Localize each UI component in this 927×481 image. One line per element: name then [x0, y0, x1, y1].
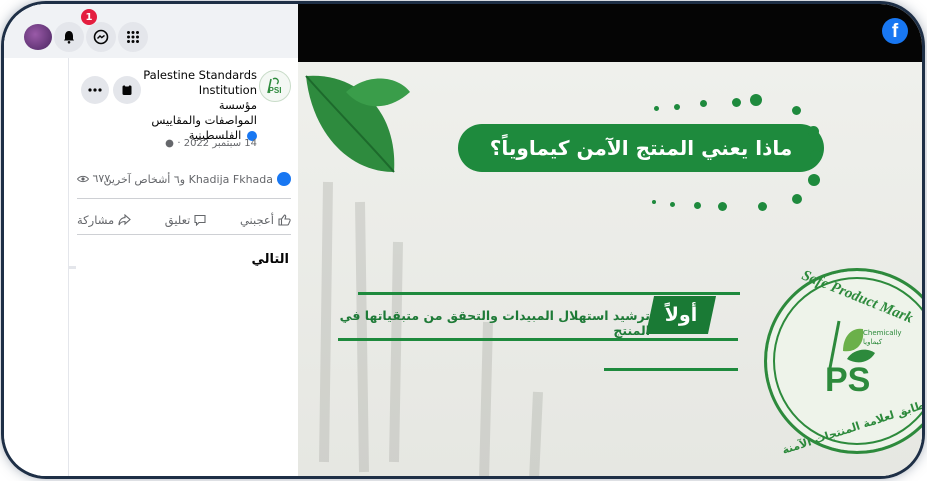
decor-dot: [670, 202, 675, 207]
messenger-button[interactable]: [86, 22, 116, 52]
decor-dot: [674, 104, 680, 110]
bell-icon: [64, 31, 74, 44]
menu-button[interactable]: [118, 22, 148, 52]
stripe: [338, 338, 738, 341]
post-date[interactable]: 14 سبتمبر 2022 ·: [165, 138, 257, 149]
more-icon: [88, 88, 102, 92]
reactors-text[interactable]: Khadija Fkhada و٦ أشخاص آخرين: [103, 173, 273, 186]
notification-badge: 1: [81, 9, 97, 25]
psi-logo-icon: PSI: [267, 77, 282, 95]
decor-dot: [808, 174, 820, 186]
post-sidebar: 1 PSI Palestine Standards Institution مؤ…: [4, 4, 299, 476]
decor-dot: [792, 194, 802, 204]
grid-menu-icon: [127, 31, 139, 43]
scrollbar[interactable]: [68, 266, 76, 269]
decor-dot: [654, 106, 659, 111]
notifications-button[interactable]: [54, 22, 84, 52]
page-name-english[interactable]: Palestine Standards Institution: [137, 68, 257, 98]
video-heading: ماذا يعني المنتج الآمن كيماوياً؟: [458, 124, 824, 172]
decor-dot: [750, 94, 762, 106]
reactors-summary[interactable]: Khadija Fkhada و٦ أشخاص آخرين: [103, 172, 291, 186]
page-avatar[interactable]: PSI: [259, 70, 291, 102]
like-label[interactable]: أعجبني: [240, 213, 274, 227]
decor-dot: [694, 202, 701, 209]
comment-button[interactable]: تعليق: [165, 210, 207, 230]
decor-dot: [758, 202, 767, 211]
step-number: أولاً: [664, 304, 698, 326]
globe-icon: [165, 139, 174, 147]
seal-ps-text: PS: [825, 361, 871, 399]
thumbs-up-icon: [278, 214, 291, 226]
post-date-text[interactable]: 14 سبتمبر 2022 ·: [177, 138, 257, 149]
share-icon: [118, 214, 131, 226]
comment-icon: [194, 214, 206, 226]
stripe: [358, 292, 740, 295]
eye-icon: [76, 175, 90, 183]
share-label[interactable]: مشاركة: [77, 213, 114, 227]
share-button[interactable]: مشاركة: [77, 210, 131, 230]
step-text: ترشيد استهلال المبيدات والتحقق من متبقيا…: [339, 308, 650, 338]
decor-dot: [792, 106, 801, 115]
page-name[interactable]: Palestine Standards Institution مؤسسة ال…: [137, 68, 257, 143]
decor-dot: [652, 200, 656, 204]
post-actions: مشاركة تعليق أعجبني: [77, 210, 291, 230]
next-videos-heading: التالي: [251, 252, 289, 267]
clipboard-icon: [122, 84, 132, 95]
video-top-bar: f: [298, 4, 922, 62]
svg-text:PSI: PSI: [269, 86, 282, 95]
like-reaction-icon: [277, 172, 291, 186]
leaf-icon: [305, 75, 410, 173]
screenshot-frame: 1 PSI Palestine Standards Institution مؤ…: [4, 4, 922, 476]
facebook-logo-icon[interactable]: f: [882, 18, 908, 44]
reactions-row: ٦٧٧ Khadija Fkhada و٦ أشخاص آخرين: [76, 172, 291, 190]
video-player[interactable]: f ماذا يعني المنتج الآمن كيماوياً؟ أولاً…: [298, 4, 922, 476]
decor-dot: [732, 98, 741, 107]
video-frame: ماذا يعني المنتج الآمن كيماوياً؟ أولاً ت…: [298, 62, 922, 476]
divider: [77, 198, 291, 199]
messenger-icon: [93, 29, 109, 45]
page-name-arabic-2[interactable]: المواصفات والمقاييس: [137, 113, 257, 128]
like-button[interactable]: أعجبني: [240, 210, 291, 230]
decor-dot: [718, 202, 727, 211]
decor-dot: [700, 100, 707, 107]
post-details-panel: PSI Palestine Standards Institution مؤسس…: [68, 58, 299, 476]
divider: [77, 234, 291, 235]
comment-label[interactable]: تعليق: [165, 213, 191, 227]
profile-avatar[interactable]: [24, 24, 52, 50]
page-name-arabic-1[interactable]: مؤسسة: [137, 98, 257, 113]
decor-dot: [808, 126, 819, 137]
facebook-topbar: 1: [4, 4, 298, 58]
more-options-button[interactable]: [81, 76, 109, 104]
decor-dot: [810, 150, 822, 162]
stripe: [604, 368, 738, 371]
